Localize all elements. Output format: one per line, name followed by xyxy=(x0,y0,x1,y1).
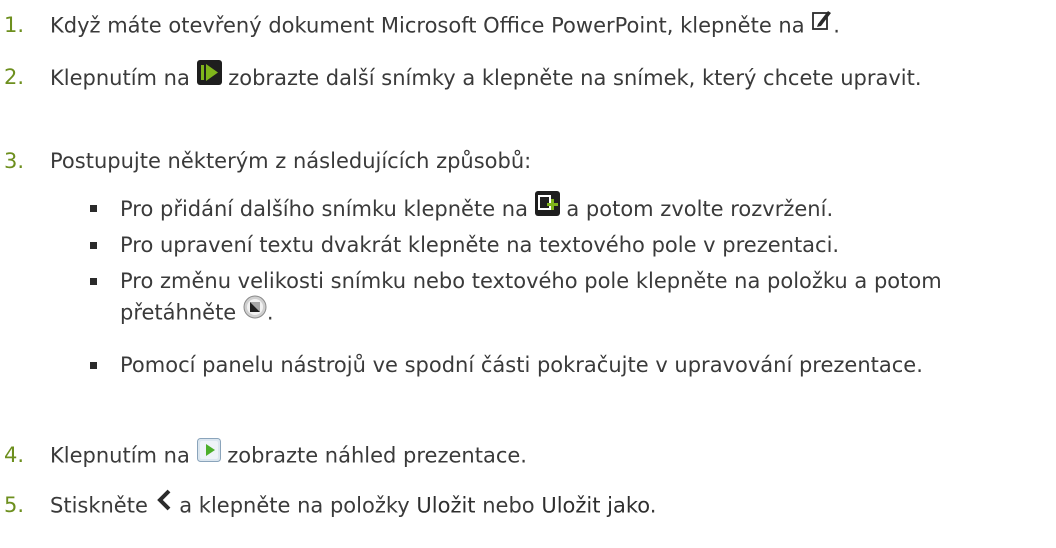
step-text-or: nebo xyxy=(482,493,535,518)
step-number: 2. xyxy=(4,65,25,89)
bullet-text-end: . xyxy=(266,300,274,325)
preview-play-icon xyxy=(196,438,221,471)
bullet-square xyxy=(90,362,97,369)
save-option-label: Uložit xyxy=(416,493,476,518)
step-text-end: . xyxy=(833,13,840,38)
step-text-end: zobrazte náhled prezentace. xyxy=(227,443,527,468)
step-text: Postupujte některým z následujících způs… xyxy=(50,149,532,173)
edit-pencil-icon xyxy=(811,8,833,41)
save-as-option-label: Uložit jako xyxy=(541,493,650,518)
step-text: Klepnutím na xyxy=(50,443,190,468)
step-text-end: zobrazte další snímky a klepněte na sním… xyxy=(228,66,922,90)
bullet-square xyxy=(90,278,97,285)
step-number: 5. xyxy=(4,493,25,517)
add-slide-icon xyxy=(534,191,560,225)
instructions-page: 1. Když máte otevřený dokument Microsoft… xyxy=(0,0,1056,548)
bullet-text: Pomocí panelu nástrojů ve spodní části p… xyxy=(120,353,923,377)
step-number: 3. xyxy=(4,149,25,173)
step-number: 4. xyxy=(4,443,25,467)
back-chevron-icon xyxy=(155,488,173,521)
resize-handle-icon xyxy=(243,295,267,328)
step-text: Klepnutím na xyxy=(50,66,190,90)
bullet-square xyxy=(90,205,97,212)
bullet-text: Pro upravení textu dvakrát klepněte na t… xyxy=(120,233,840,257)
bullet-text: Pro přidání dalšího snímku klepněte na xyxy=(120,197,528,221)
step-text-end: . xyxy=(649,493,657,518)
next-slides-icon xyxy=(196,60,222,94)
bullet-text-end: a potom zvolte rozvržení. xyxy=(566,197,834,221)
step-text-mid: a klepněte na položky xyxy=(179,493,410,518)
step-text: Když máte otevřený dokument Microsoft Of… xyxy=(50,13,805,38)
step-text: Stiskněte xyxy=(50,493,148,518)
bullet-square xyxy=(90,242,97,249)
step-number: 1. xyxy=(4,13,25,37)
